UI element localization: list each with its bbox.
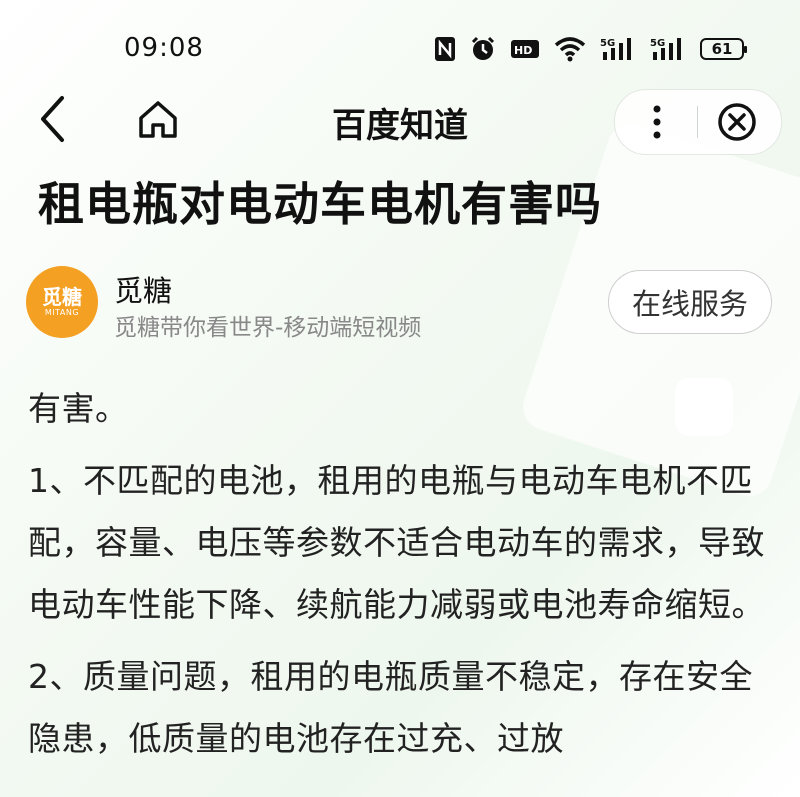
answer-paragraph: 有害。 — [28, 389, 129, 428]
answer-paragraph: 2、质量问题，租用的电瓶质量不稳定，存在安全隐患，低质量的电池存在过充、过放 — [28, 657, 753, 758]
avatar[interactable]: 觅糖 MITANG — [26, 266, 98, 338]
nav-bar: 百度知道 — [0, 88, 800, 155]
status-time: 09:08 — [124, 33, 204, 63]
more-vertical-icon — [653, 105, 661, 139]
author-description: 觅糖带你看世界-移动端短视频 — [114, 315, 422, 341]
5g-signal-icon: 5G — [600, 36, 636, 62]
5g-signal-icon: 5G — [650, 36, 686, 62]
article-content: 有害。 1、不匹配的电池，租用的电瓶与电动车电机不匹配，容量、电压等参数不适合电… — [28, 378, 780, 780]
answer-paragraph: 1、不匹配的电池，租用的电瓶与电动车电机不匹配，容量、电压等参数不适合电动车的需… — [28, 461, 765, 624]
wifi-icon — [554, 36, 586, 62]
close-circle-icon — [718, 103, 756, 141]
nfc-icon — [434, 36, 456, 62]
status-bar: 09:08 HD 5G 5G 61 — [0, 0, 800, 100]
more-menu-button[interactable] — [635, 100, 679, 144]
battery-indicator: 61 — [700, 38, 747, 60]
online-service-button[interactable]: 在线服务 — [608, 270, 772, 334]
status-icons: HD 5G 5G 61 — [434, 36, 747, 62]
close-button[interactable] — [715, 100, 759, 144]
avatar-logo-subtext: MITANG — [44, 308, 80, 317]
svg-text:5G: 5G — [650, 38, 665, 49]
svg-text:5G: 5G — [600, 38, 615, 49]
svg-text:HD: HD — [514, 44, 532, 57]
alarm-icon — [470, 36, 496, 62]
hd-icon: HD — [510, 36, 540, 62]
capsule-divider — [697, 106, 698, 138]
author-name[interactable]: 觅糖 — [114, 268, 172, 310]
author-row: 觅糖 MITANG 觅糖 觅糖带你看世界-移动端短视频 在线服务 — [26, 266, 786, 342]
avatar-logo-text: 觅糖 — [42, 285, 82, 309]
article-title: 租电瓶对电动车电机有害吗 — [38, 177, 602, 231]
mini-program-capsule — [614, 89, 782, 155]
